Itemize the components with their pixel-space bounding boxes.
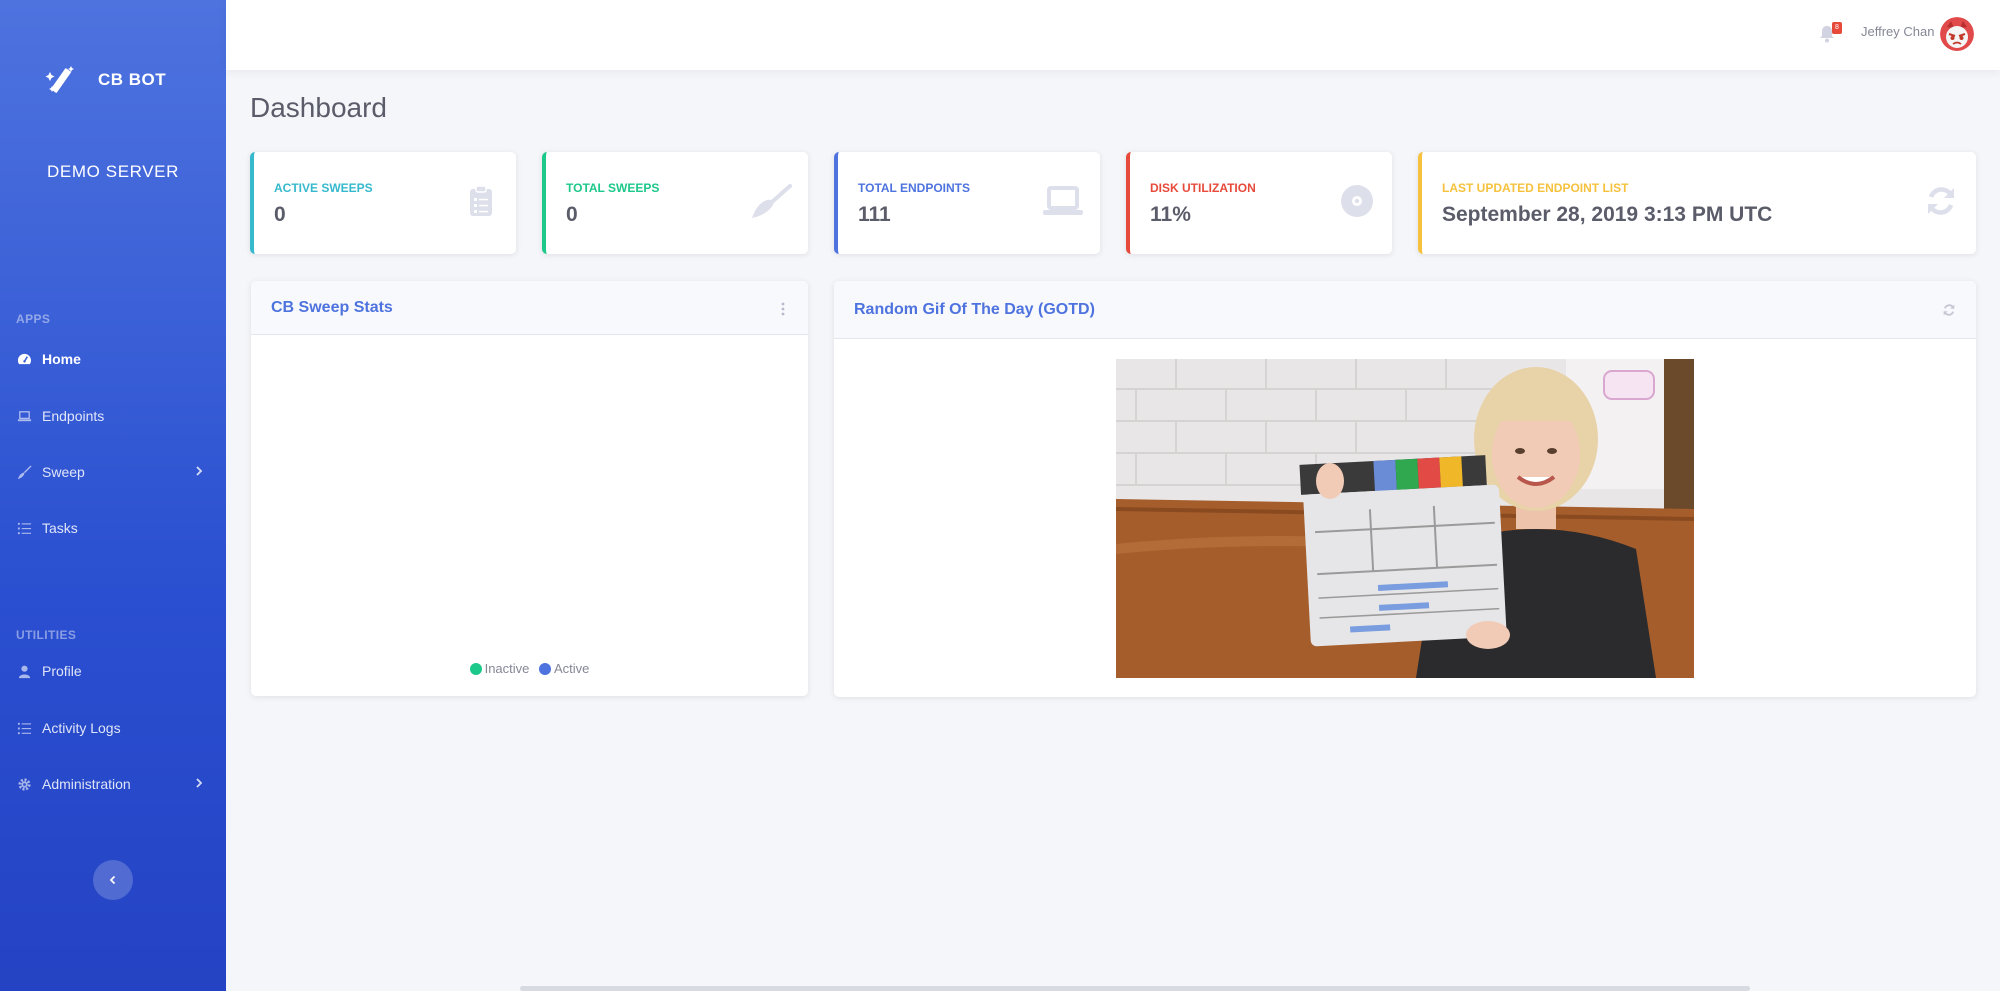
stat-value: 0	[274, 203, 286, 226]
broom-icon	[752, 184, 792, 218]
sidebar-item-label: Profile	[42, 663, 82, 679]
avatar[interactable]	[1940, 17, 1974, 51]
user-name[interactable]: Jeffrey Chan	[1861, 24, 1934, 39]
topbar	[226, 0, 2000, 70]
page-title: Dashboard	[250, 92, 387, 123]
stat-card-last-updated: LAST UPDATED ENDPOINT LIST September 28,…	[1418, 152, 1976, 254]
brand[interactable]: CB BOT	[44, 62, 166, 98]
stat-card-total-endpoints: TOTAL ENDPOINTS 111	[834, 152, 1100, 254]
legend-swatch	[539, 662, 552, 675]
chevron-right-icon	[196, 778, 203, 788]
legend-item-active[interactable]: Active	[539, 661, 589, 676]
legend-swatch	[469, 662, 482, 675]
chevron-right-icon	[196, 466, 203, 476]
panel-title: Random Gif Of The Day (GOTD)	[854, 301, 1095, 318]
sidebar-item-profile[interactable]: Profile	[0, 651, 226, 691]
panel-title: CB Sweep Stats	[271, 299, 393, 316]
section-heading-utilities: UTILITIES	[16, 628, 77, 642]
legend-label: Active	[554, 661, 590, 676]
stat-card-active-sweeps: ACTIVE SWEEPS 0	[250, 152, 516, 254]
sidebar-item-label: Tasks	[42, 520, 78, 536]
stat-label: TOTAL SWEEPS	[566, 181, 660, 195]
stat-label: DISK UTILIZATION	[1150, 181, 1256, 195]
gear-icon	[17, 777, 32, 792]
stat-label: ACTIVE SWEEPS	[274, 181, 373, 195]
sidebar-item-tasks[interactable]: Tasks	[0, 508, 226, 548]
gif-image	[1116, 359, 1694, 678]
sidebar-item-label: Administration	[42, 776, 131, 792]
sidebar: CB BOT DEMO SERVER APPS Home Endpoints S…	[0, 0, 226, 991]
stat-value: September 28, 2019 3:13 PM UTC	[1442, 203, 1773, 226]
broom-icon	[17, 464, 32, 480]
laptop-icon	[17, 409, 32, 424]
clipboard-icon	[470, 185, 492, 216]
stat-value: 111	[858, 203, 891, 226]
server-name: DEMO SERVER	[47, 162, 179, 181]
sidebar-item-endpoints[interactable]: Endpoints	[0, 396, 226, 436]
chevron-left-icon	[109, 875, 116, 885]
scroll-shadow	[520, 986, 1750, 991]
legend-item-inactive[interactable]: Inactive	[469, 661, 530, 676]
sidebar-toggle-button[interactable]	[93, 860, 133, 900]
refresh-icon	[1928, 187, 1954, 215]
magic-wand-icon	[45, 66, 74, 93]
tachometer-icon	[17, 352, 32, 367]
sidebar-item-label: Activity Logs	[42, 720, 121, 736]
refresh-icon[interactable]	[1942, 303, 1956, 317]
stat-card-disk-utilization: DISK UTILIZATION 11%	[1126, 152, 1392, 254]
sidebar-item-label: Sweep	[42, 464, 85, 480]
user-icon	[17, 664, 32, 679]
legend-label: Inactive	[484, 661, 530, 676]
section-heading-apps: APPS	[16, 312, 51, 326]
laptop-icon	[1043, 186, 1083, 215]
sidebar-item-activity-logs[interactable]: Activity Logs	[0, 708, 226, 748]
chart-legend: Inactive Active	[251, 661, 808, 678]
sidebar-item-label: Endpoints	[42, 408, 105, 424]
brand-name: CB BOT	[98, 70, 167, 89]
tasks-icon	[17, 521, 32, 536]
stat-value: 11%	[1150, 203, 1191, 226]
sidebar-item-home[interactable]: Home	[0, 339, 226, 379]
sidebar-item-label: Home	[42, 351, 81, 367]
stat-value: 0	[566, 203, 578, 226]
more-vertical-icon[interactable]	[780, 301, 786, 317]
sidebar-item-administration[interactable]: Administration	[0, 764, 226, 804]
notification-badge: 8	[1832, 22, 1842, 34]
panel-header: CB Sweep Stats	[251, 281, 808, 335]
stat-label: LAST UPDATED ENDPOINT LIST	[1442, 181, 1629, 195]
list-icon	[17, 721, 32, 736]
disk-icon	[1341, 185, 1373, 217]
stat-label: TOTAL ENDPOINTS	[858, 181, 971, 195]
stat-card-total-sweeps: TOTAL SWEEPS 0	[542, 152, 808, 254]
sidebar-item-sweep[interactable]: Sweep	[0, 452, 226, 492]
sweep-stats-panel: CB Sweep Stats Inactive Active	[251, 281, 808, 696]
panel-header: Random Gif Of The Day (GOTD)	[834, 281, 1976, 339]
